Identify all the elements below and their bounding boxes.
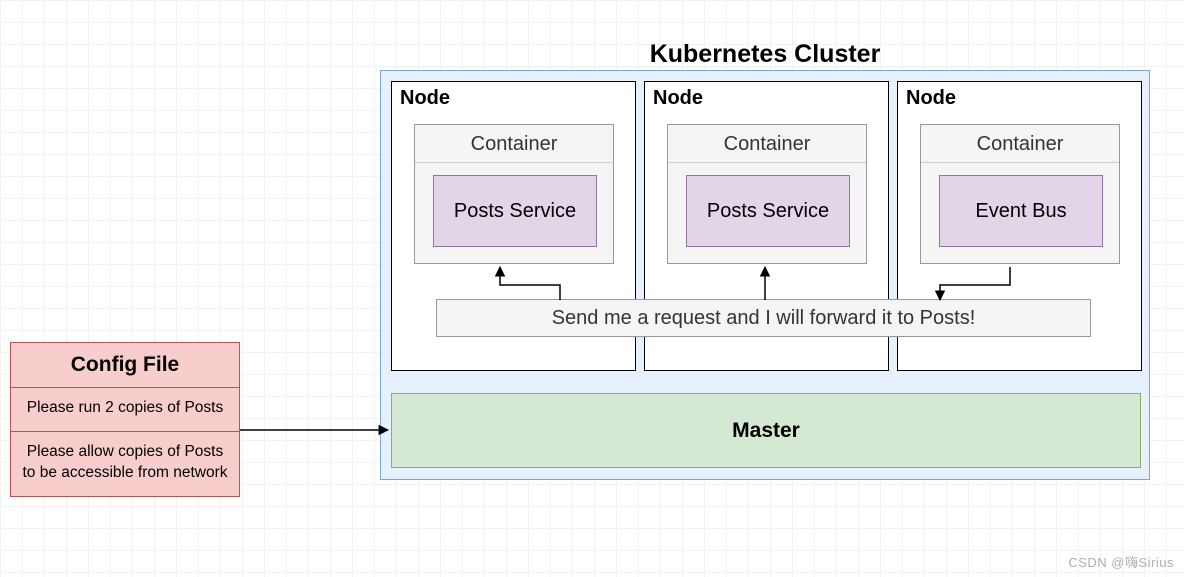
cluster-title: Kubernetes Cluster	[380, 40, 1150, 69]
watermark: CSDN @嗨Sirius	[1068, 552, 1174, 571]
config-file: Config File Please run 2 copies of Posts…	[10, 342, 240, 497]
kubernetes-cluster: Node Container Posts Service Node Contai…	[380, 70, 1150, 480]
container-label: Container	[668, 125, 866, 163]
config-row-2: Please allow copies of Posts to be acces…	[11, 432, 239, 496]
node-label: Node	[653, 87, 703, 110]
node-label: Node	[906, 87, 956, 110]
master-block: Master	[391, 393, 1141, 468]
config-row-1: Please run 2 copies of Posts	[11, 388, 239, 432]
container-1: Container Posts Service	[414, 124, 614, 264]
node-label: Node	[400, 87, 450, 110]
container-2: Container Posts Service	[667, 124, 867, 264]
config-title: Config File	[11, 343, 239, 388]
container-label: Container	[921, 125, 1119, 163]
service-posts-1: Posts Service	[433, 175, 597, 247]
forward-bar: Send me a request and I will forward it …	[436, 299, 1091, 337]
service-event-bus: Event Bus	[939, 175, 1103, 247]
container-label: Container	[415, 125, 613, 163]
container-3: Container Event Bus	[920, 124, 1120, 264]
service-posts-2: Posts Service	[686, 175, 850, 247]
